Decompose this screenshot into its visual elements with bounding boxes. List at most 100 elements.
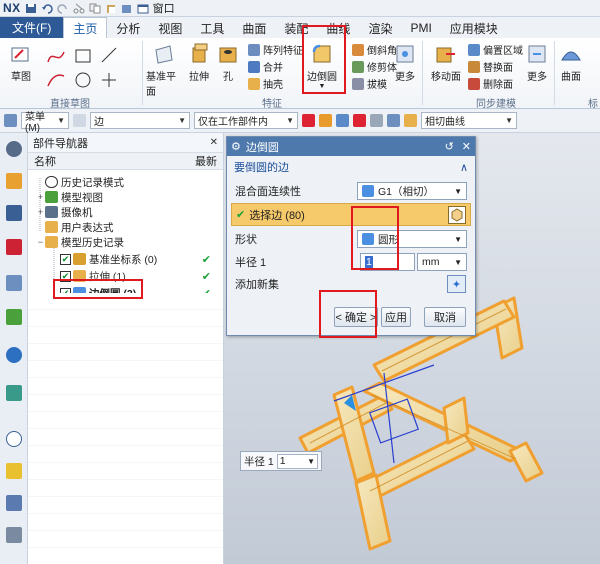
view-icon[interactable]	[387, 114, 400, 127]
tree-item-camera[interactable]: + 摄像机	[28, 205, 223, 219]
selection-filter-dropdown[interactable]: 边 ▼	[90, 112, 190, 129]
datum-plane-button[interactable]: 基准平面	[146, 42, 182, 98]
window-menu[interactable]: 窗口	[153, 0, 175, 16]
cube-view-icon[interactable]	[121, 3, 133, 14]
select-all-icon[interactable]	[319, 114, 332, 127]
edges-section-header[interactable]: 要倒圆的边 ∧	[227, 159, 475, 175]
tab-view[interactable]: 视图	[149, 18, 191, 38]
switch-window-icon[interactable]	[137, 3, 149, 14]
history-icon[interactable]	[6, 385, 22, 401]
process-studio-icon[interactable]	[6, 495, 22, 511]
tab-analysis[interactable]: 分析	[107, 18, 149, 38]
shell-button[interactable]: 抽壳	[248, 76, 283, 91]
radius-floating-input[interactable]: 半径 1 1 ▼	[240, 451, 322, 471]
delete-face-button[interactable]: 删除面	[468, 76, 513, 91]
extrude-button[interactable]: 拉伸	[186, 42, 212, 83]
part-navigator-icon[interactable]	[6, 173, 22, 189]
snap-point-icon[interactable]	[336, 114, 349, 127]
gear-icon[interactable]: ⚙	[231, 140, 241, 153]
undo-icon[interactable]	[41, 3, 53, 14]
unite-button[interactable]: 合并	[248, 59, 283, 74]
filter-reset-icon[interactable]	[302, 114, 315, 127]
cancel-button[interactable]: 取消	[424, 307, 466, 327]
close-icon[interactable]: ✕	[210, 137, 218, 148]
roles-icon[interactable]	[6, 309, 22, 325]
column-latest[interactable]: 最新	[195, 153, 217, 169]
constraint-navigator-icon[interactable]	[6, 239, 22, 255]
draft-button[interactable]: 拔模	[352, 76, 387, 91]
assembly-navigator-icon[interactable]	[6, 205, 22, 221]
tab-surface[interactable]: 曲面	[233, 18, 275, 38]
tree-item-extrude[interactable]: ✔ 拉伸 (1) ✔	[28, 269, 223, 283]
settings-gear-icon[interactable]	[6, 141, 22, 157]
tab-applications[interactable]: 应用模块	[441, 18, 507, 38]
sketch-tools[interactable]	[44, 44, 140, 92]
offset-region-button[interactable]: 偏置区域	[468, 42, 523, 57]
paste-icon[interactable]	[105, 3, 117, 14]
unit-dropdown[interactable]: mm ▼	[417, 253, 467, 271]
replace-face-button[interactable]: 替换面	[468, 59, 513, 74]
tab-tools[interactable]: 工具	[191, 18, 233, 38]
clock-icon[interactable]	[6, 431, 22, 447]
chamfer-button[interactable]: 倒斜角	[352, 42, 397, 57]
expand-icon[interactable]: +	[36, 207, 45, 217]
edge-blend-dropdown-icon[interactable]: ▼	[319, 83, 326, 90]
chevron-down-icon: ▼	[454, 186, 462, 196]
expand-icon[interactable]: +	[36, 192, 45, 202]
tab-file[interactable]: 文件(F)	[0, 17, 64, 38]
tab-pmi[interactable]: PMI	[401, 18, 440, 38]
draft-label: 拔模	[367, 80, 387, 91]
tree-item-datum-csys[interactable]: ✔ 基准坐标系 (0) ✔	[28, 252, 223, 266]
move-face-button[interactable]: 移动面	[428, 42, 464, 83]
radius-float-label: 半径 1	[244, 455, 274, 468]
more-features-button[interactable]: 更多	[392, 42, 418, 83]
column-name[interactable]: 名称	[34, 153, 56, 169]
reset-icon[interactable]: ↺	[445, 140, 454, 153]
trim-body-button[interactable]: 修剪体	[352, 59, 397, 74]
continuity-dropdown[interactable]: G1（相切） ▼	[357, 182, 467, 200]
shape-dropdown[interactable]: 圆形 ▼	[357, 230, 467, 248]
selection-scope-dropdown[interactable]: 仅在工作部件内 ▼	[194, 112, 298, 129]
visibility-checkbox[interactable]: ✔	[60, 253, 71, 265]
close-icon[interactable]: ✕	[462, 140, 471, 153]
tree-item-model-views[interactable]: + 模型视图	[28, 190, 223, 204]
tab-render[interactable]: 渲染	[359, 18, 401, 38]
hole-button[interactable]: 孔	[216, 42, 240, 83]
tree-item-user-expressions[interactable]: 用户表达式	[28, 220, 223, 234]
sketch-button[interactable]: 草图	[6, 42, 36, 83]
cube-select-icon[interactable]	[448, 205, 466, 224]
add-new-set-icon[interactable]: ✦	[447, 275, 466, 293]
snap-icon[interactable]	[73, 114, 86, 127]
web-browser-icon[interactable]	[6, 347, 22, 363]
tab-curve[interactable]: 曲线	[317, 18, 359, 38]
cut-icon[interactable]	[73, 3, 85, 14]
edge-blend-button[interactable]: 边倒圆 ▼	[304, 42, 340, 90]
apply-button[interactable]: 应用	[381, 307, 411, 327]
save-icon[interactable]	[25, 3, 37, 14]
tree-item-history-mode[interactable]: 历史记录模式	[28, 175, 223, 189]
hole-icon	[219, 47, 237, 63]
select-edge-row[interactable]: ✔ 选择边 (80)	[231, 203, 471, 226]
collapse-icon[interactable]: −	[36, 237, 45, 247]
curve-rule-dropdown[interactable]: 相切曲线 ▼	[421, 112, 517, 129]
tab-assembly[interactable]: 装配	[275, 18, 317, 38]
visibility-checkbox[interactable]: ✔	[60, 270, 71, 282]
tree-item-model-history[interactable]: − 模型历史记录	[28, 235, 223, 249]
dialog-titlebar[interactable]: ⚙ 边倒圆 ↺ ✕	[227, 137, 475, 156]
collapse-chevron-icon[interactable]: ∧	[460, 161, 468, 174]
reuse-library-icon[interactable]	[6, 275, 22, 291]
arrow-select-icon[interactable]	[353, 114, 366, 127]
pattern-feature-button[interactable]: 阵列特征	[248, 42, 303, 57]
redo-icon[interactable]	[56, 3, 69, 14]
tab-home[interactable]: 主页	[63, 17, 108, 38]
radius-input[interactable]: 1	[360, 253, 415, 271]
manufacturing-wizard-icon[interactable]	[6, 527, 22, 543]
system-materials-icon[interactable]	[6, 463, 22, 479]
copy-icon[interactable]	[89, 3, 101, 14]
surface-button[interactable]: 曲面	[558, 42, 584, 83]
menu-dropdown[interactable]: 菜单(M) ▼	[21, 112, 69, 134]
rectangle-select-icon[interactable]	[370, 114, 383, 127]
more-sync-button[interactable]: 更多	[524, 42, 550, 83]
ok-button[interactable]: < 确定 >	[334, 307, 378, 327]
radius-float-field[interactable]: 1 ▼	[276, 453, 318, 469]
